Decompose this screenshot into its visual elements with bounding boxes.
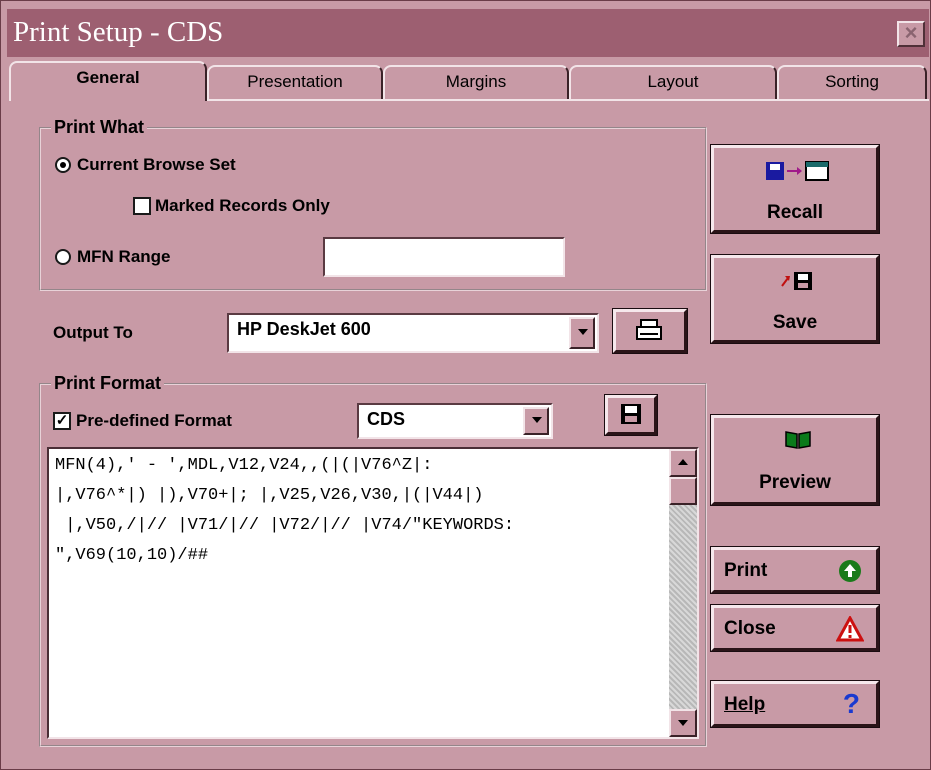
format-line-1: MFN(4),' - ',MDL,V12,V24,,(|(|V76^Z|: — [55, 456, 433, 475]
format-select-value: CDS — [367, 409, 406, 429]
close-label: Close — [724, 618, 776, 639]
preview-label: Preview — [759, 472, 831, 493]
format-text-area[interactable]: MFN(4),' - ',MDL,V12,V24,,(|(|V76^Z|: |,… — [47, 447, 699, 739]
scroll-up-button[interactable] — [669, 449, 697, 477]
marked-records-only-checkbox[interactable] — [133, 197, 151, 215]
print-button[interactable]: Print — [710, 546, 880, 594]
radio-selected-dot — [60, 162, 66, 168]
predefined-format-label: Pre-defined Format — [76, 411, 232, 430]
recall-button[interactable]: Recall — [710, 144, 880, 234]
chevron-down-icon — [678, 720, 688, 726]
chevron-up-icon — [678, 459, 688, 465]
format-select[interactable]: CDS — [357, 403, 553, 439]
close-window-button[interactable]: × — [897, 21, 925, 47]
scroll-down-button[interactable] — [669, 709, 697, 737]
print-setup-dialog: Print Setup - CDS × General Presentation… — [0, 0, 931, 770]
window-title: Print Setup - CDS — [13, 16, 224, 48]
close-button[interactable]: Close — [710, 604, 880, 652]
tab-presentation[interactable]: Presentation — [207, 65, 383, 99]
help-label: Help — [724, 694, 766, 715]
title-bar[interactable]: Print Setup - CDS × — [7, 9, 929, 57]
print-format-title: Print Format — [51, 371, 165, 395]
preview-button[interactable]: Preview — [710, 414, 880, 506]
print-what-title: Print What — [51, 115, 147, 139]
output-dropdown-button[interactable] — [569, 317, 595, 349]
tab-layout[interactable]: Layout — [569, 65, 777, 99]
save-format-button[interactable] — [604, 394, 658, 436]
current-browse-set-radio[interactable] — [55, 157, 71, 173]
chevron-down-icon — [532, 417, 542, 423]
format-line-4: ",V69(10,10)/## — [55, 546, 209, 565]
help-question-icon: ? — [842, 688, 860, 719]
printer-icon — [636, 319, 662, 340]
output-to-label: Output To — [53, 323, 133, 342]
save-label: Save — [772, 312, 818, 333]
printer-setup-button[interactable] — [612, 308, 688, 354]
format-dropdown-button[interactable] — [523, 407, 549, 435]
save-button[interactable]: Save — [710, 254, 880, 344]
vertical-scrollbar[interactable] — [669, 449, 697, 737]
help-button[interactable]: Help ? — [710, 680, 880, 728]
print-label: Print — [724, 560, 768, 581]
predefined-format-checkbox[interactable]: ✓ — [53, 412, 71, 430]
print-go-icon — [839, 560, 861, 582]
chevron-down-icon — [578, 329, 588, 335]
tab-sorting[interactable]: Sorting — [777, 65, 927, 99]
format-line-2: |,V76^*|) |),V70+|; |,V25,V26,V30,|(|V44… — [55, 486, 484, 505]
floppy-disk-icon — [621, 404, 641, 424]
current-browse-set-label: Current Browse Set — [77, 155, 236, 174]
scroll-thumb[interactable] — [669, 477, 697, 505]
tab-margins[interactable]: Margins — [383, 65, 569, 99]
book-icon — [785, 431, 811, 449]
warning-icon — [836, 616, 864, 642]
save-icon — [781, 272, 812, 290]
recall-icon — [766, 161, 829, 181]
output-printer-value: HP DeskJet 600 — [237, 319, 371, 339]
mfn-range-label: MFN Range — [77, 247, 171, 266]
format-line-3: |,V50,/|// |V71/|// |V72/|// |V74/"KEYWO… — [55, 516, 515, 535]
tab-general[interactable]: General — [9, 61, 207, 101]
mfn-range-input[interactable] — [323, 237, 565, 277]
output-printer-select[interactable]: HP DeskJet 600 — [227, 313, 599, 353]
recall-label: Recall — [767, 202, 823, 223]
marked-records-only-label: Marked Records Only — [155, 196, 330, 215]
mfn-range-radio[interactable] — [55, 249, 71, 265]
